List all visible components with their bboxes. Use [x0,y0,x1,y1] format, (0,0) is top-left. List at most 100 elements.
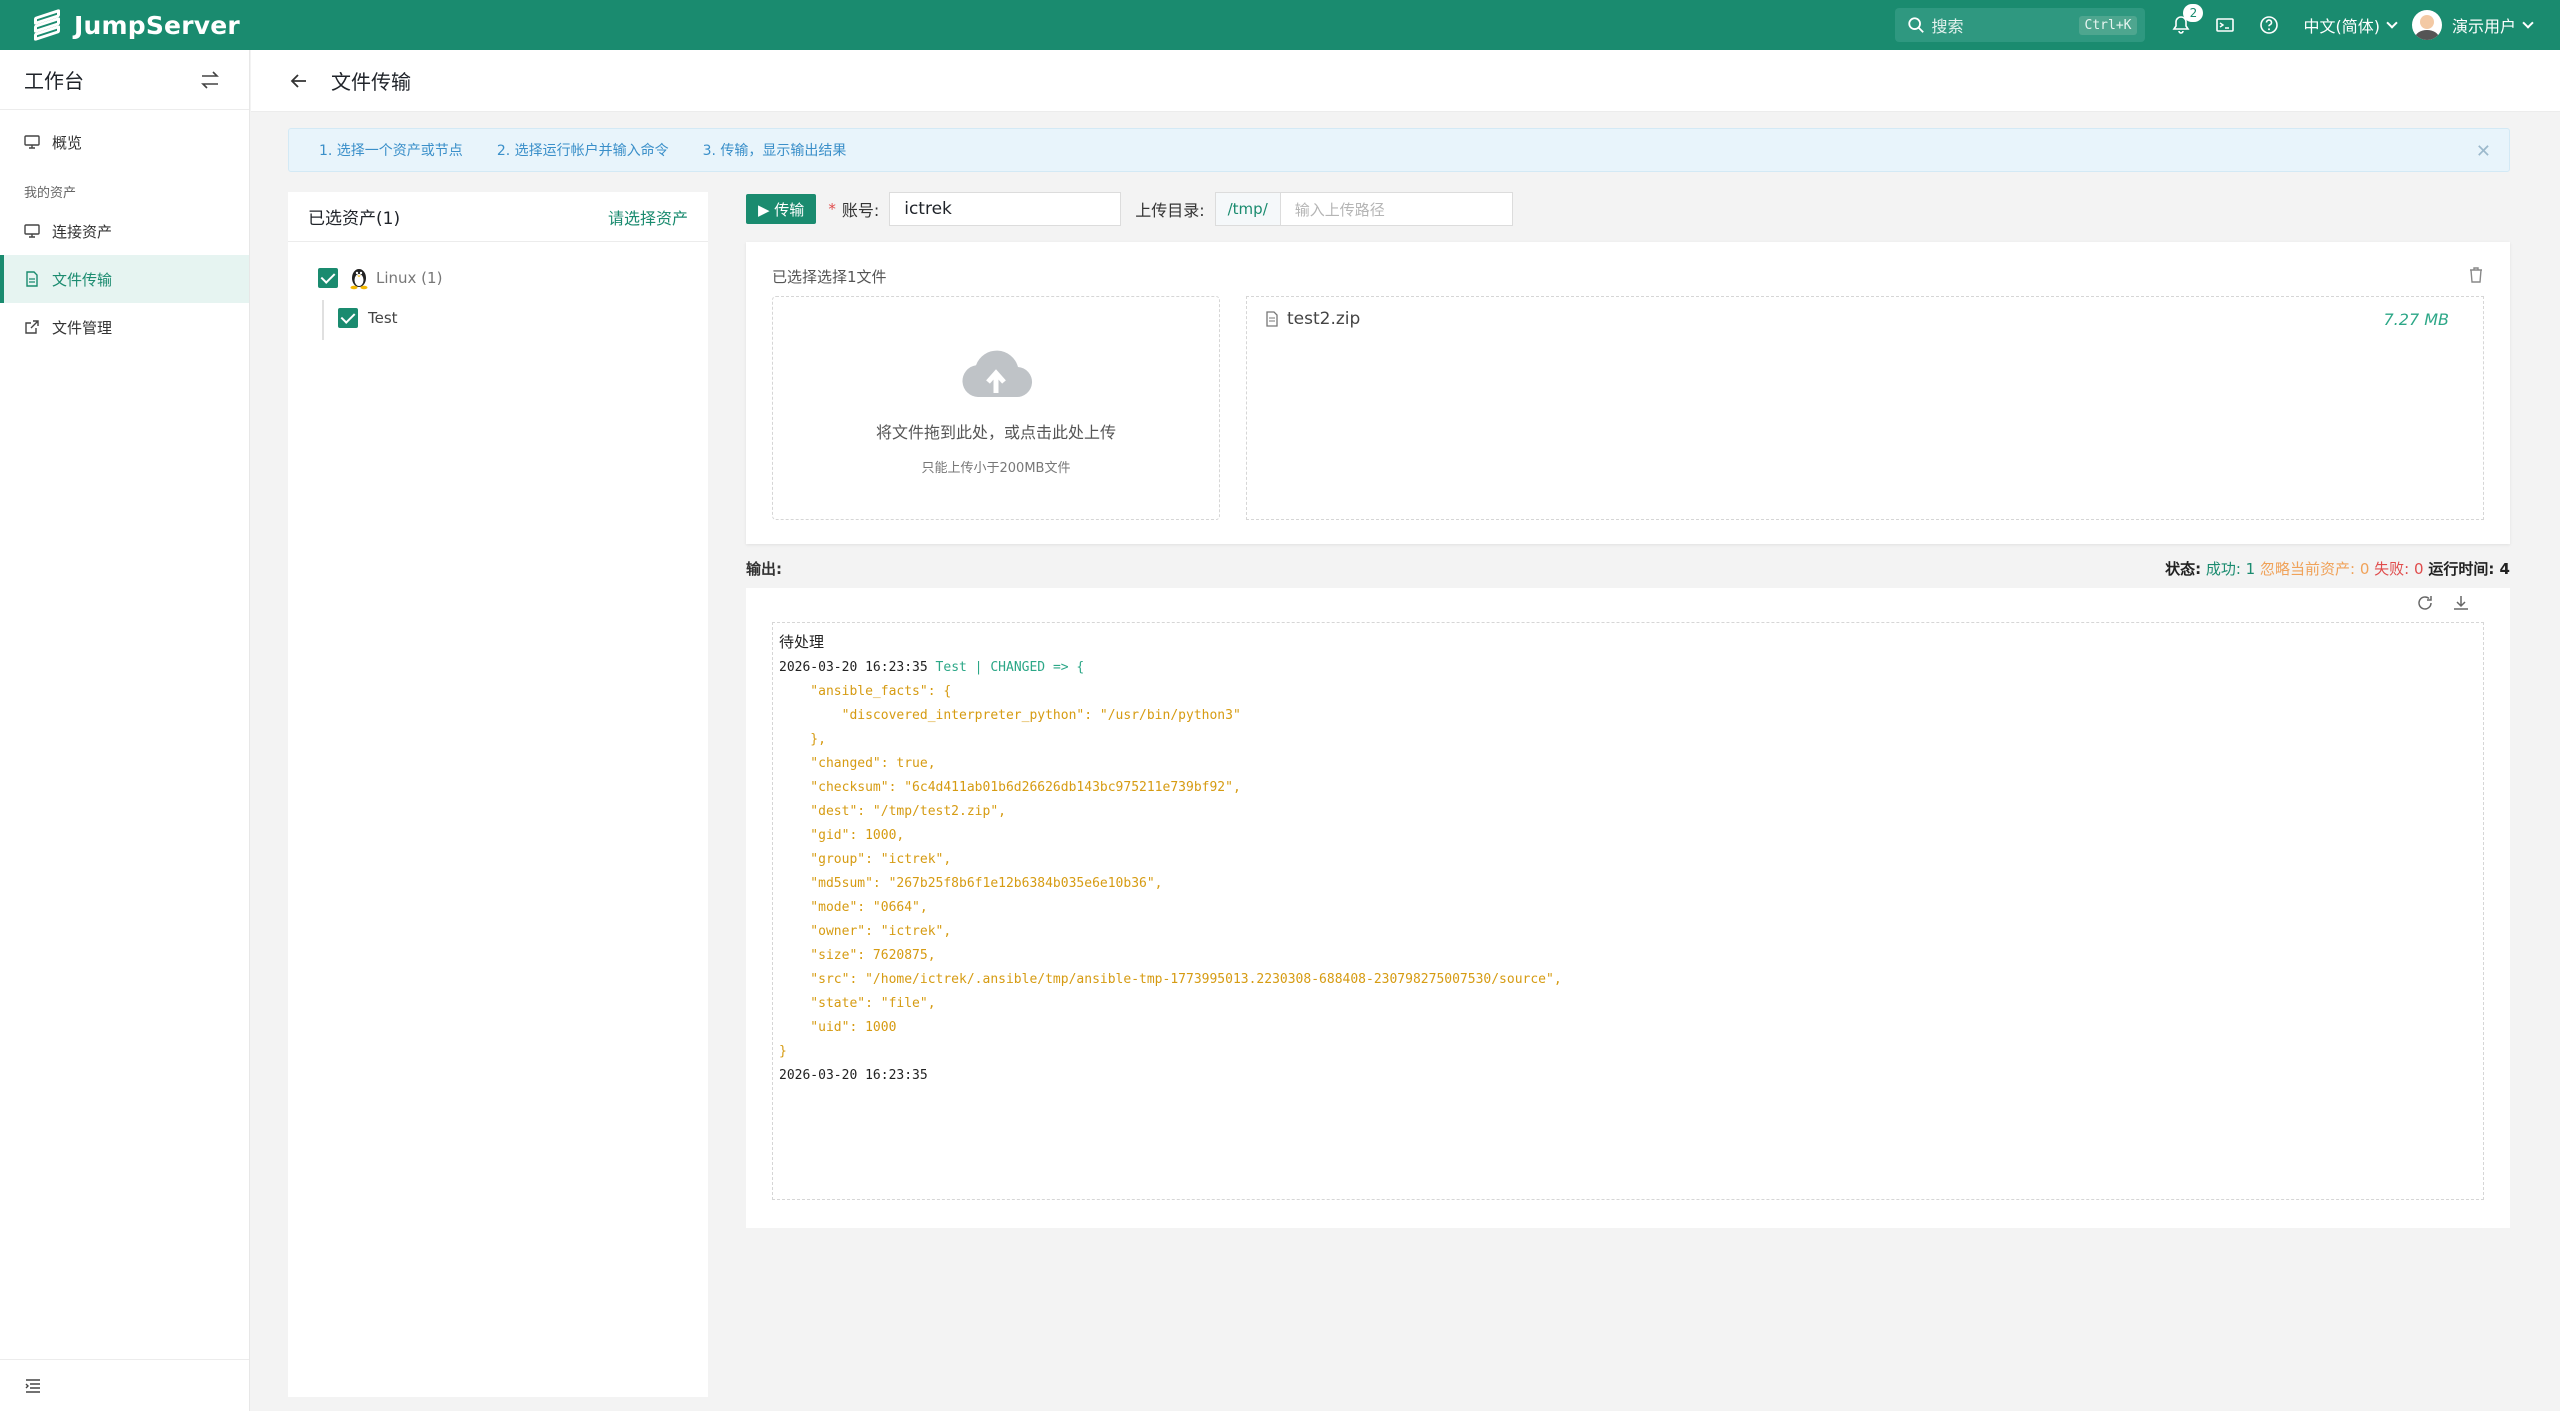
host-checkbox[interactable] [338,308,358,328]
tree-connector [322,300,324,340]
avatar [2411,10,2442,40]
output-header-line: 2026-03-20 16:23:35 Test | CHANGED => { [779,656,2477,680]
output-card: 待处理 2026-03-20 16:23:35 Test | CHANGED =… [746,588,2510,1228]
download-icon[interactable] [2452,594,2470,612]
fail-count: 失败: 0 [2374,559,2424,578]
output-line: "owner": "ictrek", [779,924,952,939]
step-1: 1. 选择一个资产或节点 [319,143,463,159]
output-line: "changed": true, [779,756,936,771]
language-label: 中文(简体) [2303,17,2380,36]
refresh-icon[interactable] [2416,594,2434,612]
monitor-icon [24,135,40,149]
node-label: Linux (1) [376,269,443,287]
output-line: "discovered_interpreter_python": "/usr/b… [779,708,1241,723]
ignored-count: 忽略当前资产: 0 [2260,559,2370,578]
status-label: 状态: [2165,559,2202,578]
sidebar-item-label: 文件传输 [52,270,113,289]
sidebar-item-connect-assets[interactable]: 连接资产 [0,207,249,255]
upload-dir-prefix: /tmp/ [1214,192,1281,226]
output-header: 输出: 状态: 成功: 1 忽略当前资产: 0 失败: 0 运行时间: 4 [746,556,2510,580]
drop-zone-tip: 只能上传小于200MB文件 [921,461,1071,476]
sidebar-footer [0,1359,249,1411]
host-label: Test [368,309,398,327]
selected-assets-title: 已选资产(1) [308,209,401,229]
monitor-icon [24,224,40,238]
output-line: "md5sum": "267b25f8b6f1e12b6384b035e6e10… [779,876,1163,891]
jumpserver-logo-icon [30,8,64,42]
tree-node-linux[interactable]: Linux (1) [318,258,708,298]
account-value: ictrek [904,199,952,219]
top-navbar: JumpServer 搜索 Ctrl+K 2 中文(简体) 演示用户 [0,0,2560,50]
switch-view-icon[interactable] [199,69,221,91]
close-icon[interactable]: ✕ [2476,141,2491,162]
chevron-down-icon [2386,17,2398,29]
upload-path-input[interactable]: 输入上传路径 [1280,192,1513,226]
output-host-result: Test | CHANGED => { [935,660,1085,675]
output-line: "ansible_facts": { [779,684,952,699]
sidebar-item-file-transfer[interactable]: 文件传输 [0,255,249,303]
node-checkbox[interactable] [318,268,338,288]
terminal-icon [2216,18,2235,32]
transfer-button[interactable]: ▶ 传输 [746,194,817,224]
search-shortcut: Ctrl+K [2078,15,2138,35]
output-line: "uid": 1000 [779,1020,897,1035]
trash-icon[interactable] [2468,266,2484,284]
output-timestamp: 2026-03-20 16:23:35 [779,660,928,675]
help-button[interactable] [2247,0,2291,50]
notification-button[interactable]: 2 [2159,0,2204,50]
output-footer-line: 2026-03-20 16:23:35 [779,1064,2477,1088]
document-icon [1266,311,1278,327]
output-console[interactable]: 待处理 2026-03-20 16:23:35 Test | CHANGED =… [772,622,2484,1200]
account-select[interactable]: ictrek [889,192,1122,226]
back-arrow-icon[interactable] [289,71,309,91]
file-size: 7.27 MB [2383,309,2450,329]
select-assets-link[interactable]: 请选择资产 [608,205,688,229]
file-icon [26,271,38,287]
step-3: 3. 传输，显示输出结果 [702,143,847,159]
sidebar-item-label: 概览 [52,133,83,152]
help-circle-icon [2260,16,2279,34]
output-line: "checksum": "6c4d411ab01b6d26626db143bc9… [779,780,1241,795]
language-selector[interactable]: 中文(简体) [2303,13,2398,37]
account-label: 账号: [841,201,880,220]
search-label: 搜索 [1931,17,1964,36]
global-search[interactable]: 搜索 Ctrl+K [1895,8,2146,42]
selected-files-label: 已选择选择1文件 [772,268,887,286]
page-header: 文件传输 [251,50,2560,112]
cloud-upload-icon [962,350,1033,398]
output-timestamp: 2026-03-20 16:23:35 [779,1068,928,1083]
output-line: }, [779,732,826,747]
selected-assets-panel: 已选资产(1) 请选择资产 Linux (1) Test [288,192,708,1397]
sidebar-header: 工作台 [0,50,249,110]
steps-banner: 1. 选择一个资产或节点 2. 选择运行帐户并输入命令 3. 传输，显示输出结果… [288,128,2510,172]
search-icon [1908,17,1925,33]
output-label: 输出: [746,559,782,578]
output-line: "src": "/home/ictrek/.ansible/tmp/ansibl… [779,972,1562,987]
sidebar-item-file-manager[interactable]: 文件管理 [0,303,249,351]
transfer-toolbar: ▶ 传输 * 账号: ictrek 上传目录: /tmp/ 输入上传路径 [746,192,2510,226]
notification-badge: 2 [2183,4,2204,22]
file-drop-zone[interactable]: 将文件拖到此处，或点击此处上传 只能上传小于200MB文件 [772,296,1220,520]
sidebar-item-label: 文件管理 [52,318,113,337]
collapse-menu-icon[interactable] [24,1377,42,1395]
username: 演示用户 [2451,17,2516,36]
output-json-block: "ansible_facts": { "discovered_interpret… [779,680,2477,1064]
user-menu[interactable]: 演示用户 [2411,10,2534,40]
output-line: } [779,1044,787,1059]
sidebar-group-label: 我的资产 [24,186,77,201]
pending-label: 待处理 [779,633,825,651]
workbench-title: 工作台 [24,69,84,93]
status-summary: 状态: 成功: 1 忽略当前资产: 0 失败: 0 运行时间: 4 [2165,558,2510,579]
output-line: "group": "ictrek", [779,852,952,867]
page-title: 文件传输 [331,70,411,94]
brand-logo[interactable]: JumpServer [30,0,240,50]
external-link-icon [25,320,39,334]
drop-zone-text: 将文件拖到此处，或点击此处上传 [875,423,1116,442]
output-line: "mode": "0664", [779,900,928,915]
tree-leaf-test[interactable]: Test [318,298,708,338]
required-mark: * [828,200,836,218]
web-terminal-button[interactable] [2203,0,2247,50]
list-item[interactable]: test2.zip 7.27 MB [1247,297,2483,341]
chevron-down-icon [2522,17,2534,29]
sidebar-item-overview[interactable]: 概览 [0,118,249,166]
